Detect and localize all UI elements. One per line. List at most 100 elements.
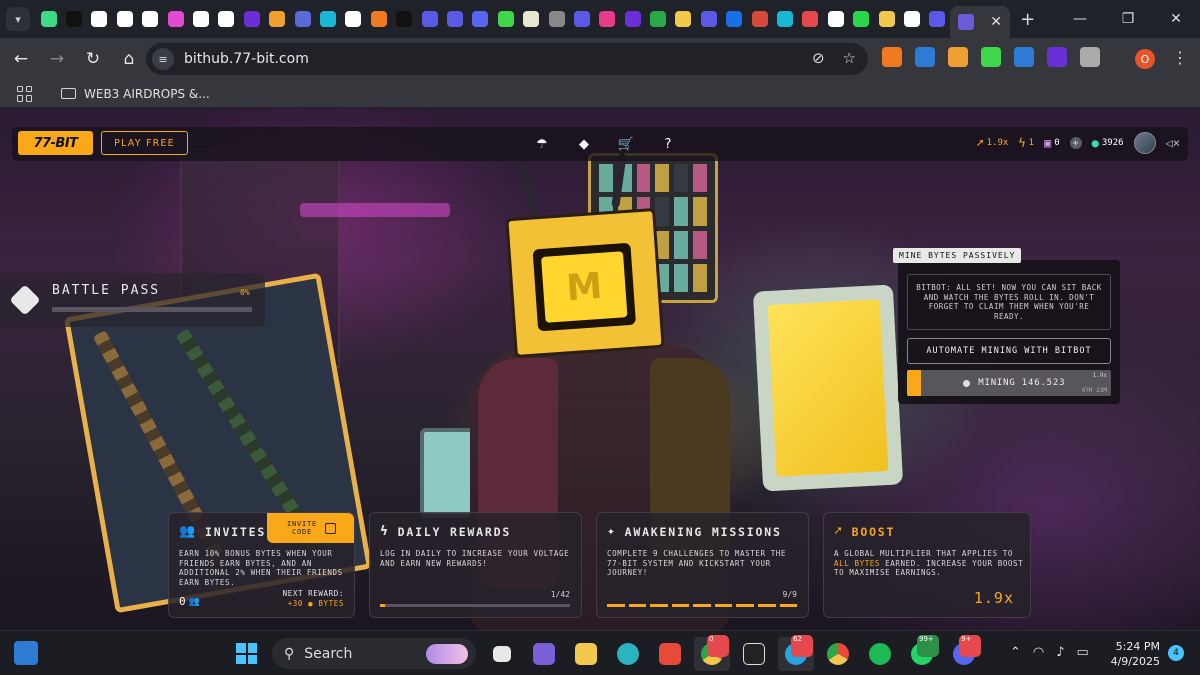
new-tab-button[interactable]: + — [1020, 9, 1035, 30]
browser-tab[interactable] — [518, 0, 543, 38]
chrome-taskbar-icon[interactable]: 0 — [694, 635, 730, 671]
reload-icon[interactable]: ↻ — [76, 42, 110, 76]
browser-tab[interactable] — [61, 0, 86, 38]
store-icon[interactable] — [652, 637, 688, 671]
browser-tab[interactable] — [163, 0, 188, 38]
browser-tab[interactable] — [696, 0, 721, 38]
volume-icon[interactable]: ♪ — [1056, 645, 1064, 660]
extension-icon[interactable] — [1014, 47, 1034, 67]
multiplier-stat[interactable]: ➚ 1.9x — [976, 136, 1008, 150]
bookmark-folder[interactable]: WEB3 AIRDROPS &... — [61, 87, 210, 101]
widgets-icon[interactable] — [14, 641, 38, 665]
task-view-icon[interactable] — [484, 637, 520, 671]
player-avatar[interactable] — [1133, 132, 1156, 154]
bookmark-star-icon[interactable]: ☆ — [843, 49, 856, 67]
browser-tab[interactable] — [468, 0, 493, 38]
invite-code-button[interactable]: INVITE CODE — [267, 513, 354, 543]
browser-tab[interactable] — [36, 0, 61, 38]
spotify-icon[interactable] — [862, 637, 898, 671]
invites-card[interactable]: 👥 INVITES INVITE CODE EARN 10% BONUS BYT… — [168, 512, 355, 618]
browser-tab[interactable] — [645, 0, 670, 38]
browser-tab[interactable] — [925, 0, 950, 38]
ticket-icon[interactable]: ◆ — [574, 134, 594, 154]
voltage-stat[interactable]: ϟ 1 — [1018, 136, 1034, 150]
airdrop-icon[interactable]: ☂ — [532, 134, 552, 154]
taskbar-clock[interactable]: 5:24 PM 4/9/2025 — [1110, 639, 1160, 669]
edge-icon[interactable] — [610, 637, 646, 671]
profile-avatar[interactable]: O — [1135, 49, 1155, 69]
whatsapp-icon[interactable]: 99+ — [904, 635, 940, 671]
boost-card[interactable]: ➚ BOOST A GLOBAL MULTIPLIER THAT APPLIES… — [823, 512, 1031, 618]
browser-tab[interactable] — [391, 0, 416, 38]
browser-tab[interactable] — [442, 0, 467, 38]
browser-tab[interactable] — [620, 0, 645, 38]
browser-tab[interactable] — [290, 0, 315, 38]
forward-icon[interactable]: → — [40, 42, 74, 76]
browser-tab[interactable] — [366, 0, 391, 38]
help-icon[interactable]: ? — [658, 134, 678, 154]
site-info-icon[interactable]: ≡ — [152, 48, 174, 70]
battery-icon[interactable]: ▭ — [1077, 645, 1089, 660]
teams-icon[interactable] — [526, 637, 562, 671]
browser-tab[interactable] — [772, 0, 797, 38]
browser-tab[interactable] — [874, 0, 899, 38]
shop-cart-icon[interactable]: 🛒 — [616, 134, 636, 154]
browser-tab[interactable] — [138, 0, 163, 38]
extension-icon[interactable] — [1080, 47, 1100, 67]
browser-tab[interactable] — [544, 0, 569, 38]
chevron-up-icon[interactable]: ⌃ — [1010, 645, 1021, 660]
file-explorer-icon[interactable] — [568, 637, 604, 671]
restore-icon[interactable]: ❐ — [1104, 0, 1152, 38]
browser-menu-icon[interactable]: ⋮ — [1172, 48, 1188, 67]
minimize-icon[interactable]: — — [1056, 0, 1104, 38]
extension-icon[interactable] — [915, 47, 935, 67]
game-logo[interactable]: 77-BIT — [18, 131, 93, 155]
browser-tab[interactable] — [112, 0, 137, 38]
mining-progress-bar[interactable]: MINING 146.523 1.9x 07H 23M — [907, 370, 1111, 396]
close-window-icon[interactable]: ✕ — [1152, 0, 1200, 38]
address-bar[interactable]: ≡ bithub.77-bit.com ⊘ ☆ — [146, 43, 868, 75]
browser-tab[interactable] — [595, 0, 620, 38]
bytes-stat[interactable]: ● 3926 — [1092, 136, 1124, 150]
tab-search-button[interactable]: ▾ — [6, 7, 30, 31]
battle-pass-panel[interactable]: BATTLE PASS 0% — [0, 273, 265, 327]
apps-grid-icon[interactable] — [17, 85, 33, 102]
home-icon[interactable]: ⌂ — [112, 42, 146, 76]
discord-icon[interactable]: 9+ — [946, 635, 982, 671]
camera-blocked-icon[interactable]: ⊘ — [812, 49, 825, 67]
browser-tab[interactable] — [899, 0, 924, 38]
browser-tab[interactable] — [239, 0, 264, 38]
taskbar-search[interactable]: ⚲ Search — [272, 638, 476, 669]
daily-rewards-card[interactable]: ϟ DAILY REWARDS LOG IN DAILY TO INCREASE… — [369, 512, 582, 618]
browser-tab[interactable] — [671, 0, 696, 38]
extension-icon[interactable] — [981, 47, 1001, 67]
chrome-profile-icon[interactable] — [820, 637, 856, 671]
back-icon[interactable]: ← — [4, 42, 38, 76]
close-tab-icon[interactable]: ✕ — [990, 14, 1002, 30]
browser-tab[interactable] — [265, 0, 290, 38]
browser-tab[interactable] — [87, 0, 112, 38]
browser-tab[interactable] — [722, 0, 747, 38]
browser-tab[interactable] — [747, 0, 772, 38]
automate-mining-button[interactable]: AUTOMATE MINING WITH BITBOT — [907, 338, 1111, 364]
browser-tab[interactable] — [315, 0, 340, 38]
browser-tab[interactable] — [493, 0, 518, 38]
browser-tab[interactable] — [341, 0, 366, 38]
browser-tab[interactable] — [823, 0, 848, 38]
pen-app-icon[interactable] — [736, 637, 772, 671]
awakening-missions-card[interactable]: ✦ AWAKENING MISSIONS COMPLETE 9 CHALLENG… — [596, 512, 809, 618]
url-text[interactable]: bithub.77-bit.com — [184, 51, 309, 67]
browser-tab[interactable] — [188, 0, 213, 38]
add-currency-button[interactable]: + — [1069, 137, 1082, 149]
browser-tab[interactable] — [569, 0, 594, 38]
browser-tab[interactable] — [849, 0, 874, 38]
sound-mute-icon[interactable]: ◁× — [1166, 136, 1180, 150]
browser-tab[interactable] — [798, 0, 823, 38]
browser-tab[interactable] — [417, 0, 442, 38]
chips-stat[interactable]: ▣ 0 — [1044, 136, 1060, 150]
wifi-icon[interactable]: ◠ — [1033, 645, 1044, 660]
extension-icon[interactable] — [948, 47, 968, 67]
notification-badge[interactable]: 4 — [1168, 645, 1184, 661]
extension-icon[interactable] — [882, 47, 902, 67]
browser-tab[interactable] — [214, 0, 239, 38]
